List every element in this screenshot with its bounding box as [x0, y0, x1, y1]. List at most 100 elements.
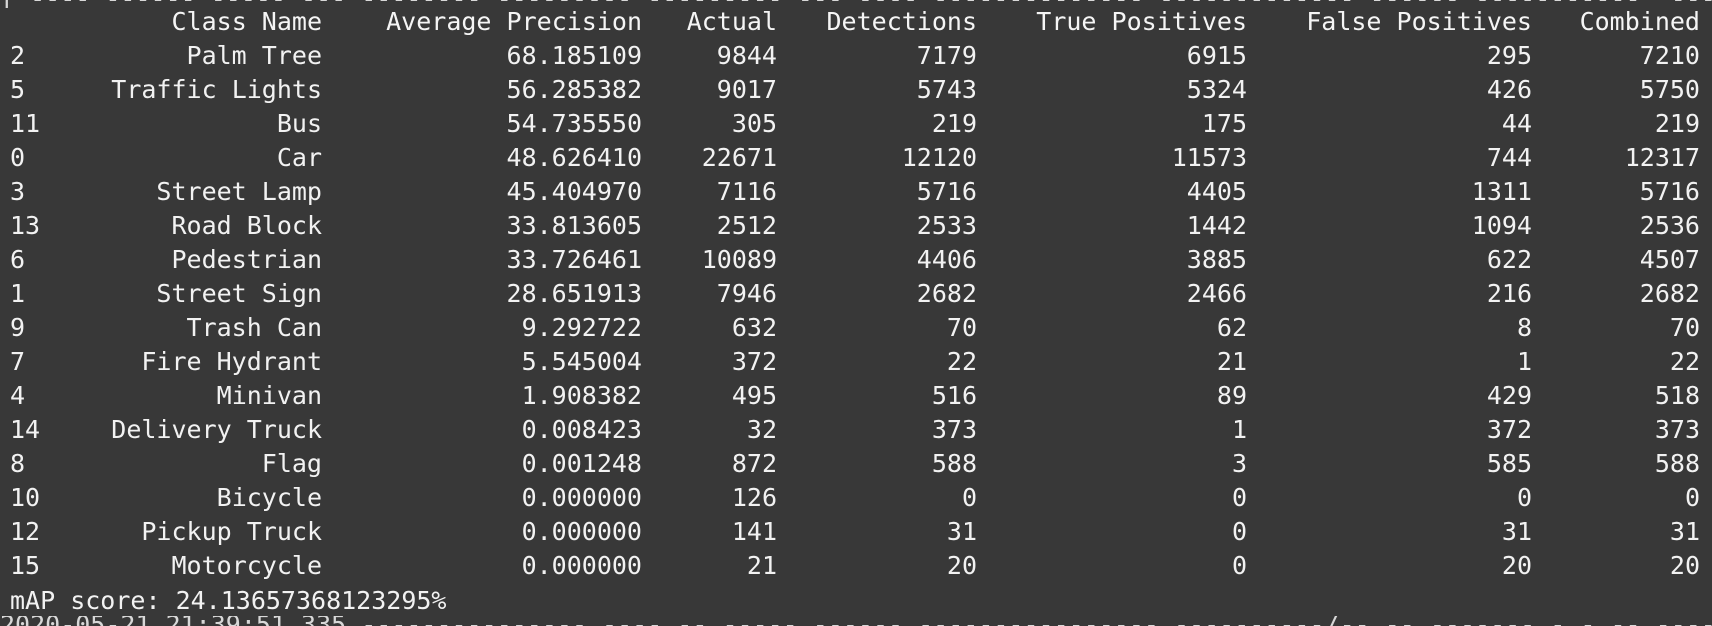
true-positives-cell: 0 — [1231, 517, 1247, 546]
actual-cell: 372 — [731, 347, 777, 376]
actual-cell: 632 — [731, 313, 777, 342]
detections-cell: 31 — [946, 517, 977, 546]
false-positives-cell: 744 — [1486, 143, 1532, 172]
true-positives-cell: 5324 — [1186, 75, 1247, 104]
false-positives-cell: 585 — [1486, 449, 1532, 478]
true-positives-cell: 1 — [1231, 415, 1247, 444]
false-positives-cell: 622 — [1486, 245, 1532, 274]
class-name-cell: Car — [276, 143, 322, 172]
false-positives-cell: 216 — [1486, 279, 1532, 308]
detections-cell: 5716 — [916, 177, 977, 206]
detections-cell: 4406 — [916, 245, 977, 274]
average-precision-cell: 0.000000 — [521, 551, 642, 580]
class-name-cell: Minivan — [216, 381, 322, 410]
detections-cell: 5743 — [916, 75, 977, 104]
average-precision-cell: 45.404970 — [506, 177, 642, 206]
class-name-cell: Traffic Lights — [111, 75, 322, 104]
index-cell: 13 — [10, 211, 41, 240]
table-row: 11 Bus 54.735550 305 219 175 44 219 — [10, 107, 1700, 141]
table-body: 2 Palm Tree 68.185109 9844 7179 6915 295 7210 5 T… — [10, 39, 1700, 583]
false-positives-cell: 1 — [1516, 347, 1532, 376]
table-row: 4 Minivan 1.908382 495 516 89 429 518 — [10, 379, 1700, 413]
table-row: 6 Pedestrian 33.726461 10089 4406 3885 622 4507 — [10, 243, 1700, 277]
combined-cell: 0 — [1684, 483, 1700, 512]
table-row: 10 Bicycle 0.000000 126 0 0 0 0 — [10, 481, 1700, 515]
combined-header: Combined — [1579, 7, 1700, 36]
combined-cell: 2682 — [1639, 279, 1700, 308]
detections-cell: 219 — [931, 109, 977, 138]
average-precision-cell: 5.545004 — [521, 347, 642, 376]
actual-cell: 9017 — [716, 75, 777, 104]
false-positives-cell: 8 — [1516, 313, 1532, 342]
truncated-log-line: 2020-05-21 21:39:51.335 --------------- … — [0, 616, 1712, 626]
actual-cell: 141 — [731, 517, 777, 546]
actual-cell: 10089 — [701, 245, 777, 274]
false-positives-cell: 372 — [1486, 415, 1532, 444]
class-name-cell: Street Lamp — [156, 177, 322, 206]
average-precision-cell: 0.000000 — [521, 483, 642, 512]
false-positives-cell: 31 — [1501, 517, 1532, 546]
table-row: 5 Traffic Lights 56.285382 9017 5743 5324 426 5… — [10, 73, 1700, 107]
class-name-cell: Bicycle — [216, 483, 322, 512]
average-precision-cell: 0.001248 — [521, 449, 642, 478]
average-precision-cell: 33.726461 — [506, 245, 642, 274]
average-precision-cell: 48.626410 — [506, 143, 642, 172]
false-positives-cell: 429 — [1486, 381, 1532, 410]
combined-cell: 70 — [1669, 313, 1700, 342]
index-cell: 6 — [10, 245, 26, 274]
combined-cell: 373 — [1654, 415, 1700, 444]
index-cell: 14 — [10, 415, 41, 444]
index-cell: 0 — [10, 143, 26, 172]
true-positives-cell: 175 — [1201, 109, 1247, 138]
class-name-cell: Road Block — [171, 211, 322, 240]
false-positives-cell: 1094 — [1471, 211, 1532, 240]
actual-cell: 7116 — [716, 177, 777, 206]
index-cell: 5 — [10, 75, 26, 104]
actual-cell: 9844 — [716, 41, 777, 70]
table-row: 15 Motorcycle 0.000000 21 20 0 20 20 — [10, 549, 1700, 583]
average-precision-cell: 68.185109 — [506, 41, 642, 70]
false-positives-cell: 426 — [1486, 75, 1532, 104]
detections-cell: 0 — [961, 483, 977, 512]
true-positives-cell: 0 — [1231, 483, 1247, 512]
detections-cell: 588 — [931, 449, 977, 478]
index-cell: 2 — [10, 41, 26, 70]
detections-cell: 22 — [946, 347, 977, 376]
true-positives-cell: 3 — [1231, 449, 1247, 478]
actual-cell: 21 — [746, 551, 777, 580]
actual-cell: 7946 — [716, 279, 777, 308]
index-cell: 7 — [10, 347, 26, 376]
map-score: mAP score: 24.13657368123295% — [10, 586, 447, 615]
terminal-output[interactable]: [ ---- ------ ----- --- -------- -------… — [0, 0, 1712, 626]
actual-cell: 872 — [731, 449, 777, 478]
detections-header: Detections — [826, 7, 977, 36]
results-table: Class Name Average Precision Actual Dete… — [10, 5, 1700, 583]
true-positives-header: True Positives — [1036, 7, 1247, 36]
table-row: 0 Car 48.626410 22671 12120 11573 744 12317 — [10, 141, 1700, 175]
combined-cell: 588 — [1654, 449, 1700, 478]
detections-cell: 12120 — [901, 143, 977, 172]
class-name-cell: Delivery Truck — [111, 415, 322, 444]
combined-cell: 7210 — [1639, 41, 1700, 70]
table-row: 12 Pickup Truck 0.000000 141 31 0 31 31 — [10, 515, 1700, 549]
index-cell: 8 — [10, 449, 26, 478]
index-cell: 4 — [10, 381, 26, 410]
index-cell: 3 — [10, 177, 26, 206]
false-positives-header: False Positives — [1306, 7, 1532, 36]
table-row: 1 Street Sign 28.651913 7946 2682 2466 216 2682 — [10, 277, 1700, 311]
combined-cell: 12317 — [1624, 143, 1700, 172]
combined-cell: 219 — [1654, 109, 1700, 138]
table-row: 14 Delivery Truck 0.008423 32 373 1 372 373 — [10, 413, 1700, 447]
index-cell: 10 — [10, 483, 41, 512]
class-name-cell: Trash Can — [186, 313, 322, 342]
table-header-row: Class Name Average Precision Actual Dete… — [10, 5, 1700, 39]
index-header — [10, 5, 70, 39]
detections-cell: 70 — [946, 313, 977, 342]
class-name-cell: Palm Tree — [186, 41, 322, 70]
average-precision-cell: 1.908382 — [521, 381, 642, 410]
true-positives-cell: 89 — [1216, 381, 1247, 410]
actual-header: Actual — [686, 7, 777, 36]
false-positives-cell: 20 — [1501, 551, 1532, 580]
actual-cell: 495 — [731, 381, 777, 410]
index-cell: 1 — [10, 279, 26, 308]
